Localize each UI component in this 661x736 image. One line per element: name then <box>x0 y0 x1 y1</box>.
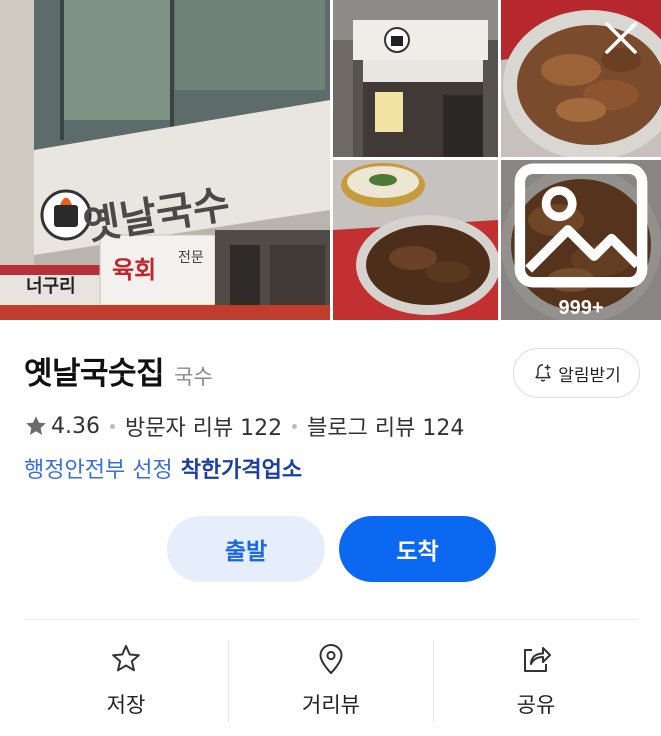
alarm-label: 알림받기 <box>558 365 621 386</box>
separator-dot <box>109 423 115 429</box>
sign-right-text: 육회 <box>112 256 156 284</box>
separator-dot <box>292 423 298 429</box>
photo-gallery: 옛날국수 너구리 육회 전문 999+ <box>0 0 661 320</box>
save-button[interactable]: 저장 <box>24 640 228 724</box>
rating-value: 4.36 <box>51 413 100 439</box>
government-selection: 행정안전부 선정 착한가격업소 <box>24 452 302 484</box>
sign-small-text: 전문 <box>178 250 204 266</box>
alarm-button[interactable]: 알림받기 <box>513 348 640 398</box>
action-bar: 저장 거리뷰 공유 <box>24 640 638 724</box>
image-icon <box>514 163 648 288</box>
more-photos-overlay: 999+ <box>501 160 661 320</box>
street-view-label: 거리뷰 <box>302 693 360 717</box>
blog-reviews-link[interactable]: 블로그 리뷰 124 <box>307 410 464 442</box>
bell-plus-icon <box>535 364 551 382</box>
share-icon <box>524 647 551 672</box>
star-icon <box>26 416 46 435</box>
depart-button[interactable]: 출발 <box>167 516 325 582</box>
star-outline-icon <box>112 645 140 672</box>
storefront-thumbnail[interactable] <box>333 0 498 157</box>
storefront-photo[interactable]: 옛날국수 너구리 육회 전문 <box>0 0 330 320</box>
divider <box>24 619 638 620</box>
sign-left-text: 너구리 <box>26 276 76 297</box>
visitor-reviews-link[interactable]: 방문자 리뷰 122 <box>125 410 282 442</box>
place-title-row: 옛날국숫집 국수 <box>24 348 213 393</box>
place-category: 국수 <box>174 365 213 389</box>
noodle-meat-photo[interactable] <box>333 160 498 320</box>
good-price-badge: 착한가격업소 <box>180 458 303 483</box>
arrive-button[interactable]: 도착 <box>339 516 496 582</box>
place-name: 옛날국숫집 <box>24 356 165 392</box>
more-photos-tile[interactable]: 999+ <box>501 160 661 320</box>
close-icon <box>605 22 637 54</box>
more-photos-count: 999+ <box>558 297 604 319</box>
save-label: 저장 <box>106 693 146 717</box>
share-label: 공유 <box>516 693 556 717</box>
share-button[interactable]: 공유 <box>434 640 638 724</box>
street-view-button[interactable]: 거리뷰 <box>229 640 433 724</box>
map-pin-icon <box>319 644 343 674</box>
review-stats: 4.36 방문자 리뷰 122 블로그 리뷰 124 <box>24 410 464 442</box>
close-button[interactable] <box>601 18 641 58</box>
selection-agency: 행정안전부 선정 <box>24 458 173 483</box>
